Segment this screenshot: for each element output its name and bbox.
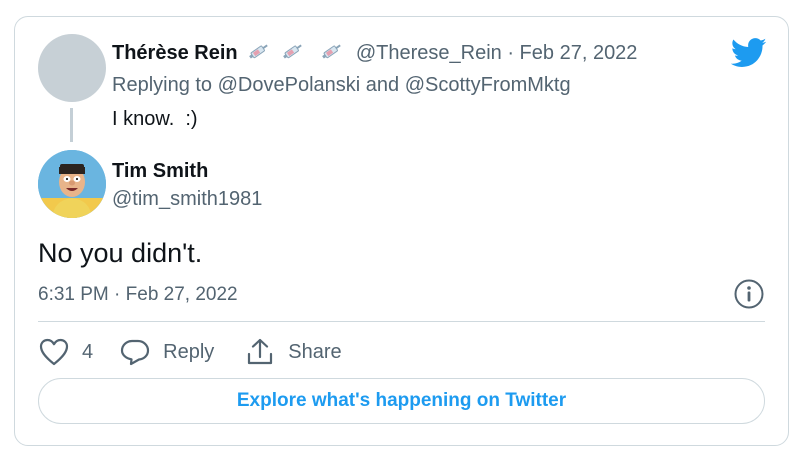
thread-connector-line (70, 108, 73, 142)
heart-icon (38, 337, 70, 367)
share-label: Share (288, 340, 342, 363)
info-icon[interactable] (733, 278, 765, 315)
reply-bubble-icon (119, 337, 151, 367)
share-button[interactable]: Share (244, 337, 342, 367)
author-name[interactable]: Tim Smith (112, 158, 208, 184)
explore-twitter-button[interactable]: Explore what's happening on Twitter (38, 378, 765, 424)
divider (38, 321, 765, 322)
reply-button[interactable]: Reply (119, 337, 214, 367)
like-count: 4 (82, 340, 94, 363)
parent-author-avatar[interactable] (38, 34, 106, 102)
tweet-text: No you didn't. (38, 238, 203, 268)
author-avatar[interactable] (38, 150, 106, 218)
replying-and: and (365, 74, 400, 96)
syringe-emoji-icon (320, 40, 344, 69)
mention-link-1[interactable]: @DovePolanski (218, 74, 361, 96)
syringe-emoji-icon (281, 40, 305, 69)
share-upload-icon (244, 337, 276, 367)
parent-author-name[interactable]: Thérèse Rein (112, 42, 238, 64)
parent-handle-and-date[interactable]: @Therese_Rein · Feb 27, 2022 (356, 42, 638, 64)
replying-prefix: Replying to (112, 74, 213, 96)
like-button[interactable]: 4 (38, 337, 93, 367)
tweet-actions-bar: 4 Reply Share (38, 334, 342, 370)
replying-to-line: Replying to @DovePolanski and @ScottyFro… (112, 72, 571, 98)
parent-tweet-text: I know. :) (112, 108, 198, 130)
author-handle[interactable]: @tim_smith1981 (112, 186, 262, 212)
twitter-logo-icon[interactable] (730, 38, 767, 73)
tweet-timestamp[interactable]: 6:31 PM · Feb 27, 2022 (38, 282, 238, 308)
reply-label: Reply (163, 340, 215, 363)
mention-link-2[interactable]: @ScottyFromMktg (405, 74, 571, 96)
syringe-emoji-icon (247, 40, 271, 69)
parent-tweet-header: Thérèse Rein @Therese_Rein · Feb 27, 202… (112, 40, 637, 69)
